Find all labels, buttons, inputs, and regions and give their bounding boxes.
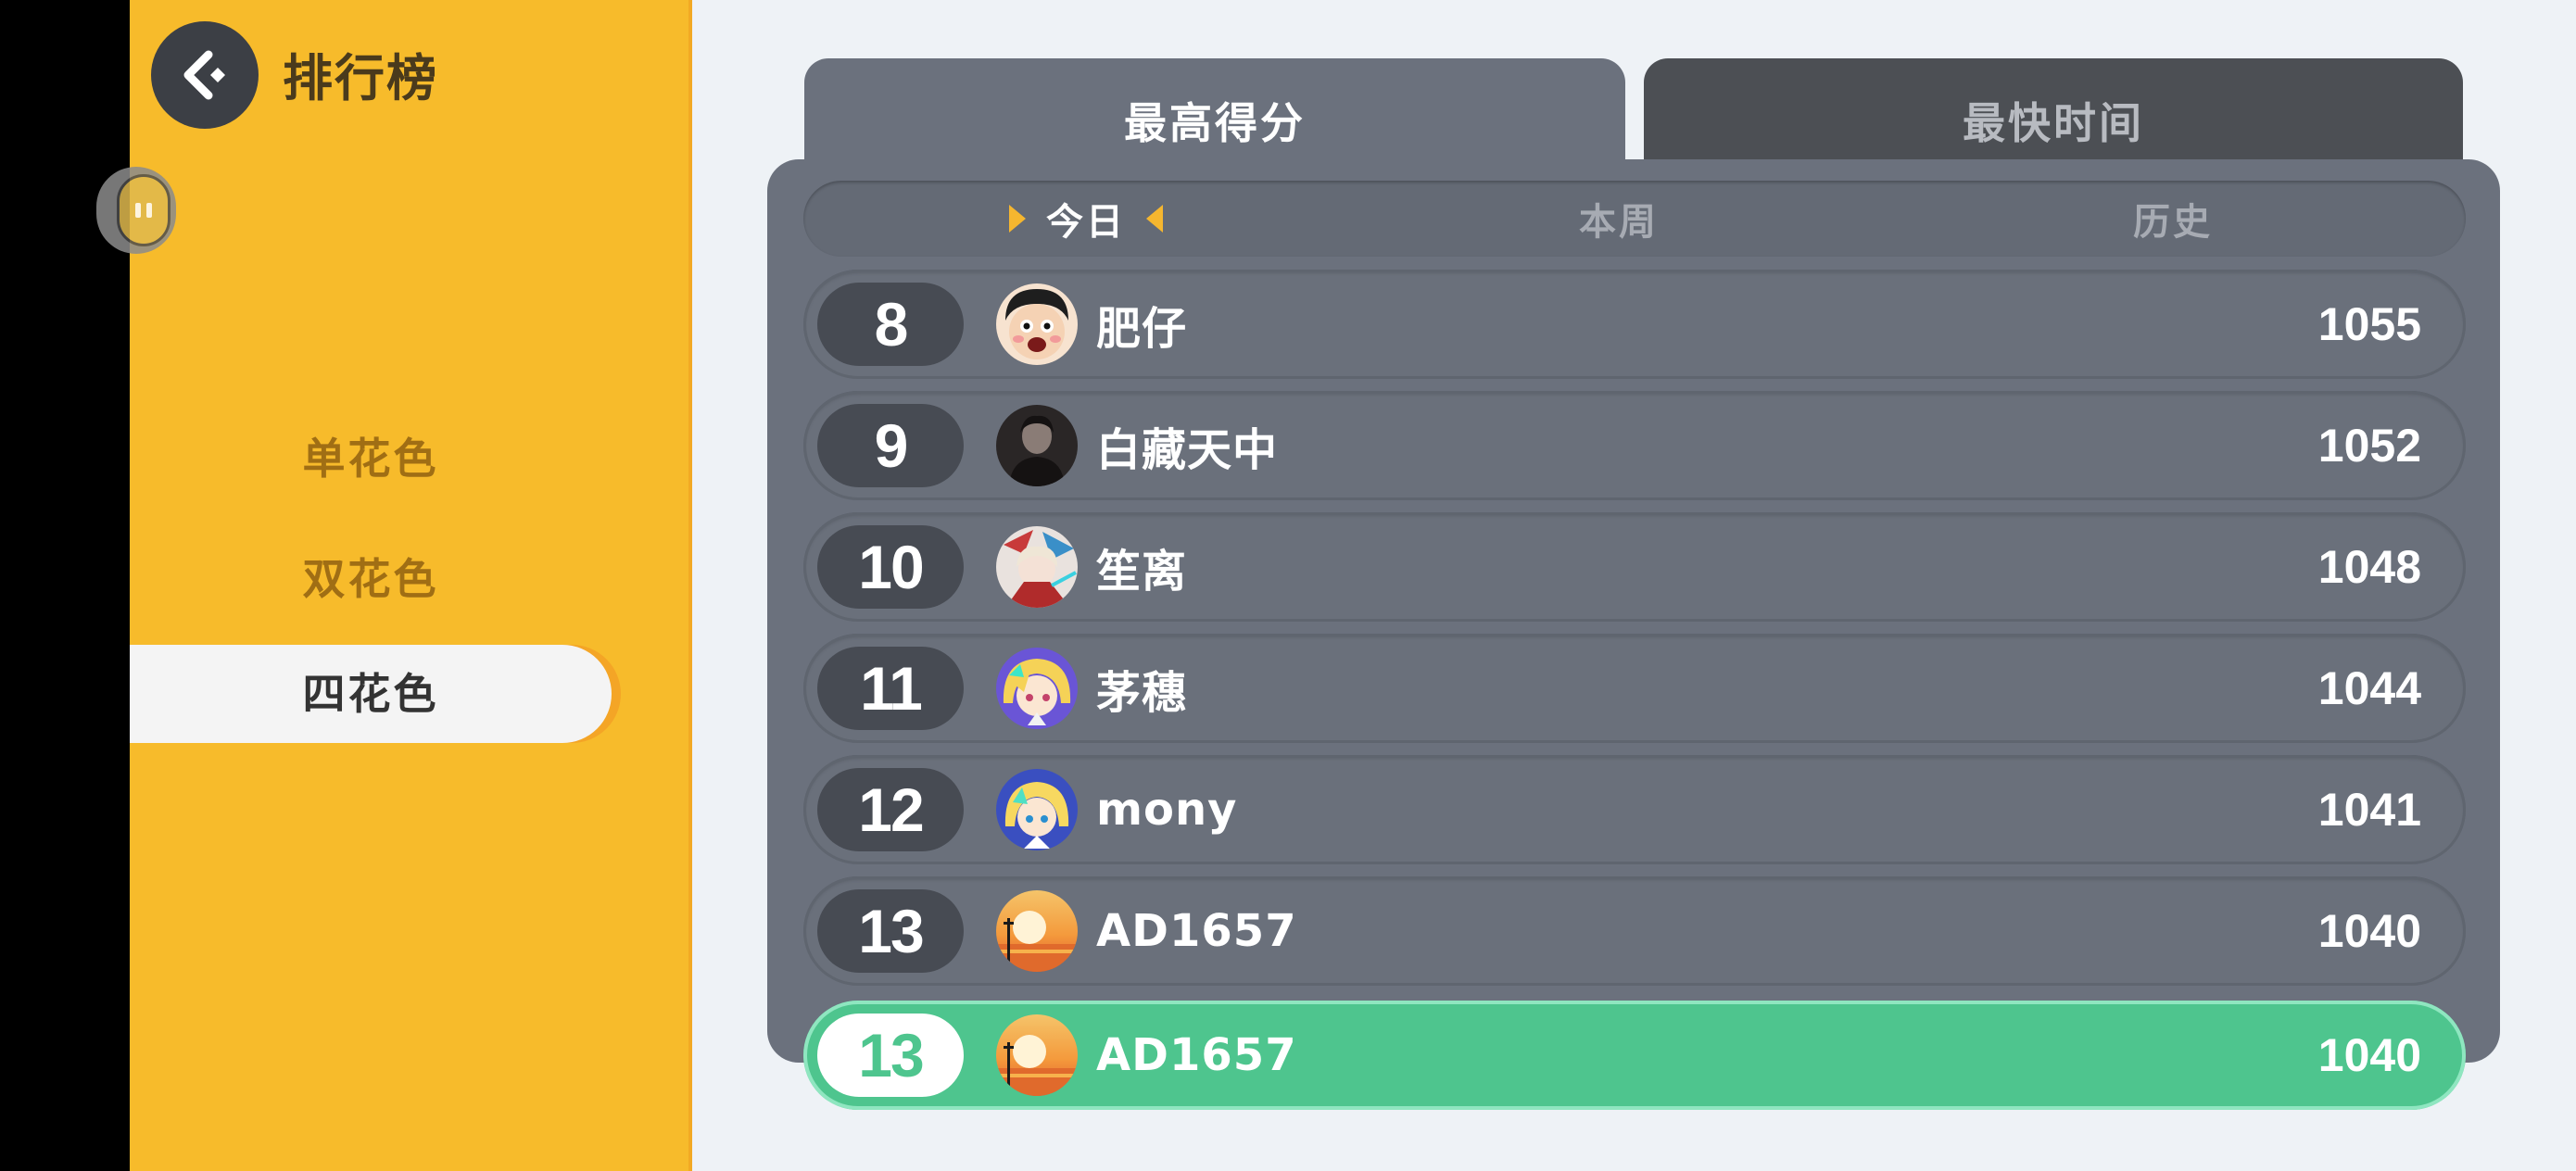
player-score: 1040 [2317,905,2421,957]
player-name: 茅穗 [1096,667,1188,719]
leaderboard-row[interactable]: 12 mony 1041 [803,755,2466,864]
rank-badge: 12 [817,768,964,851]
cartoon-boy-avatar-icon [996,283,1078,365]
leaderboard-row[interactable]: 11 茅穗 1044 [803,634,2466,743]
avatar [996,890,1078,972]
leaderboard-row[interactable]: 8 肥仔 1055 [803,270,2466,379]
back-button[interactable] [151,21,259,129]
player-score: 1052 [2317,420,2421,472]
leaderboard-row[interactable]: 9 白藏天中 1052 [803,391,2466,500]
sidebar-item-double-suit[interactable]: 双花色 [130,547,612,611]
filter-label: 历史 [2133,201,2213,244]
tab-fastest-time[interactable]: 最快时间 [1644,58,2463,160]
current-user-row[interactable]: 13 AD1657 1040 [803,1001,2466,1110]
avatar [996,405,1078,486]
filter-today[interactable]: 今日 [979,181,1193,257]
filter-label: 今日 [1046,201,1126,244]
player-score: 1044 [2317,662,2421,714]
selected-indicator-icon [1146,205,1163,233]
rank-badge: 8 [817,283,964,366]
avatar [996,1014,1078,1096]
avatar [996,769,1078,850]
sunset-avatar-icon [996,890,1078,972]
leaderboard-row[interactable]: 13 AD1657 1040 [803,876,2466,986]
player-score: 1040 [2317,1029,2421,1081]
filter-this-week[interactable]: 本周 [1508,181,1730,257]
player-name: 笙离 [1096,546,1188,598]
filter-history[interactable]: 历史 [2062,181,2284,257]
player-name: 白藏天中 [1096,424,1279,476]
anime-character-avatar-icon [996,526,1078,608]
page-title: 排行榜 [283,49,438,107]
assistant-face-icon [117,174,170,246]
rank-badge: 13 [817,889,964,973]
rank-badge: 9 [817,404,964,487]
player-name: 肥仔 [1096,303,1188,355]
time-filter-bar: 今日 本周 历史 [803,181,2466,257]
rank-badge: 11 [817,647,964,730]
tab-label: 最高得分 [1124,98,1306,148]
tab-label: 最快时间 [1963,98,2144,148]
sunset-avatar-icon [996,1014,1078,1096]
sidebar-edge [688,0,692,1171]
player-name: AD1657 [1096,1029,1297,1081]
rank-badge: 10 [817,525,964,609]
blonde-anime-avatar-icon [996,648,1078,729]
sidebar-item-four-suit[interactable]: 四花色 [130,645,612,743]
player-name: AD1657 [1096,905,1297,957]
filter-label: 本周 [1579,201,1659,244]
leaderboard-row[interactable]: 10 笙离 1048 [803,512,2466,622]
sidebar-item-label: 单花色 [302,434,439,484]
player-score: 1041 [2317,784,2421,836]
player-name: mony [1096,784,1238,836]
sidebar-item-label: 双花色 [302,554,439,604]
rank-badge: 13 [817,1014,964,1097]
blonde-anime-avatar-icon [996,769,1078,850]
avatar [996,648,1078,729]
player-score: 1048 [2317,541,2421,593]
avatar [996,526,1078,608]
tab-high-score[interactable]: 最高得分 [804,58,1625,170]
sidebar-item-single-suit[interactable]: 单花色 [130,426,612,491]
back-arrow-icon [183,50,225,100]
floating-assistant-button[interactable] [96,167,176,254]
avatar [996,283,1078,365]
player-score: 1055 [2317,298,2421,350]
selected-indicator-icon [1009,205,1026,233]
dark-portrait-avatar-icon [996,405,1078,486]
sidebar-item-label: 四花色 [302,669,439,719]
